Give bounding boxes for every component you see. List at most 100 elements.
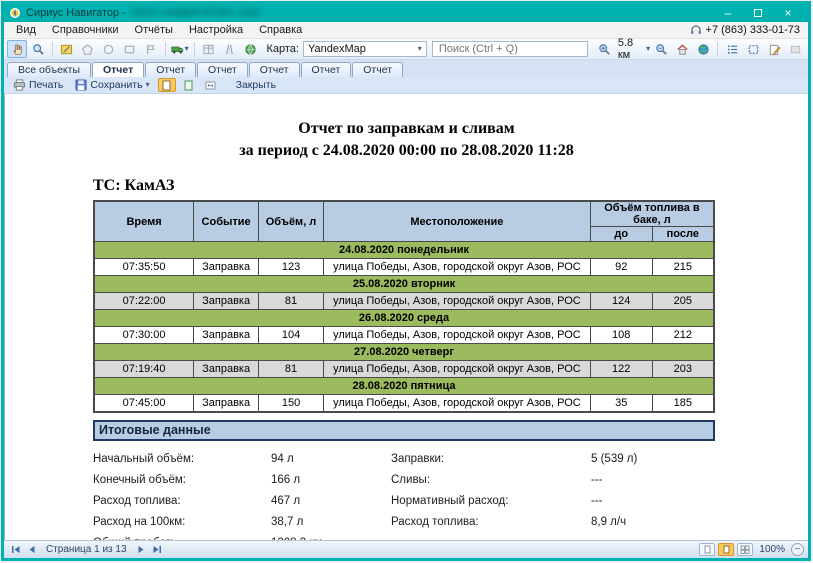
zoom-out-slider-button[interactable]: − (791, 543, 804, 556)
polygon-tool-button[interactable] (78, 40, 98, 58)
statusbar-fit-page-button[interactable] (718, 543, 734, 556)
menu-items: ВидСправочникиОтчётыНастройкаСправка (8, 23, 310, 37)
toolbar-separator (194, 42, 195, 57)
track-button[interactable] (219, 40, 239, 58)
save-dropdown-arrow[interactable]: ▾ (146, 81, 150, 89)
day-header-cell: 24.08.2020 понедельник (94, 242, 714, 259)
list-button[interactable] (722, 40, 742, 58)
totals-value-right: 8,9 л/ч (591, 516, 715, 528)
save-label: Сохранить (90, 79, 142, 91)
statusbar-single-page-button[interactable] (699, 543, 715, 556)
circle-tool-button[interactable] (99, 40, 119, 58)
menu-item-3[interactable]: Настройка (181, 23, 251, 37)
zoom-percent: 100% (759, 544, 785, 555)
menu-item-1[interactable]: Справочники (44, 23, 127, 37)
tab-0[interactable]: Все объекты (7, 62, 91, 77)
tab-1-active[interactable]: Отчет (92, 62, 144, 77)
map-select[interactable]: YandexMap ▾ (303, 41, 427, 57)
table-cell: 203 (652, 361, 714, 378)
window-title-redacted: ООО «НАВИГАТОР» (АЗ) (131, 7, 260, 19)
col-header-location: Местоположение (323, 201, 590, 242)
tab-2[interactable]: Отчет (145, 62, 196, 77)
statusbar-multi-page-button[interactable] (737, 543, 753, 556)
table-row: 07:19:40Заправка81улица Победы, Азов, го… (94, 361, 714, 378)
last-page-button[interactable] (149, 543, 165, 557)
print-button[interactable]: Печать (9, 78, 67, 92)
day-header-row: 25.08.2020 вторник (94, 276, 714, 293)
fit-page-view-button[interactable] (180, 78, 198, 92)
search-input[interactable] (432, 41, 588, 57)
pan-tool-button[interactable] (7, 40, 27, 58)
totals-value-left: 38,7 л (271, 516, 391, 528)
first-page-button[interactable] (8, 543, 24, 557)
menu-item-0[interactable]: Вид (8, 23, 44, 37)
tab-4[interactable]: Отчет (249, 62, 300, 77)
vehicle-heading: ТС: КамАЗ (93, 177, 808, 195)
table-view-button[interactable] (198, 40, 218, 58)
table-header-row: Время Событие Объём, л Местоположение Об… (94, 201, 714, 227)
vehicle-button[interactable]: ▾ (170, 40, 190, 58)
toolbar-separator (165, 42, 166, 57)
globe-button[interactable] (693, 40, 713, 58)
report-title-line1: Отчет по заправкам и сливам (5, 118, 808, 140)
save-button[interactable]: Сохранить ▾ (71, 78, 153, 92)
status-bar: Страница 1 из 13 100% − (4, 540, 808, 558)
zoom-out-button[interactable] (651, 40, 671, 58)
close-report-label: Закрыть (236, 79, 276, 91)
totals-label-right: Заправки: (391, 453, 591, 465)
day-header-cell: 27.08.2020 четверг (94, 344, 714, 361)
table-cell: 07:45:00 (94, 395, 194, 412)
table-cell: улица Победы, Азов, городской округ Азов… (323, 259, 590, 276)
table-cell: 81 (259, 293, 324, 310)
day-header-row: 24.08.2020 понедельник (94, 242, 714, 259)
totals-label-left: Начальный объём: (93, 453, 271, 465)
tab-3[interactable]: Отчет (197, 62, 248, 77)
table-cell: 81 (259, 361, 324, 378)
next-page-button[interactable] (133, 543, 149, 557)
table-cell: 123 (259, 259, 324, 276)
menu-bar: ВидСправочникиОтчётыНастройкаСправка +7 … (4, 22, 808, 39)
col-header-volume: Объём, л (259, 201, 324, 242)
toolbar-separator (717, 42, 718, 57)
maximize-button[interactable] (743, 4, 773, 22)
table-cell: Заправка (194, 327, 259, 344)
table-cell: улица Победы, Азов, городской округ Азов… (323, 293, 590, 310)
edit-note-button[interactable] (764, 40, 784, 58)
map-select-value: YandexMap (308, 43, 366, 55)
tab-6[interactable]: Отчет (352, 62, 403, 77)
day-header-row: 27.08.2020 четверг (94, 344, 714, 361)
zoom-in-button[interactable] (595, 40, 615, 58)
rectangle-tool-button[interactable] (120, 40, 140, 58)
flag-tool-button[interactable] (141, 40, 161, 58)
table-cell: 124 (590, 293, 652, 310)
single-page-view-button[interactable] (158, 78, 176, 92)
scale-dropdown-arrow[interactable]: ▾ (646, 45, 650, 53)
menu-item-4[interactable]: Справка (251, 23, 310, 37)
totals-label-left: Конечный объём: (93, 474, 271, 486)
window-controls: – × (713, 4, 803, 22)
report-title-line2: за период с 24.08.2020 00:00 по 28.08.20… (5, 140, 808, 162)
vehicle-dropdown-arrow: ▾ (185, 45, 189, 53)
minimize-button[interactable]: – (713, 4, 743, 22)
table-row: 07:30:00Заправка104улица Победы, Азов, г… (94, 327, 714, 344)
tab-5[interactable]: Отчет (301, 62, 352, 77)
close-report-button[interactable]: Закрыть (232, 78, 280, 92)
day-header-cell: 28.08.2020 пятница (94, 378, 714, 395)
edit-map-button[interactable] (57, 40, 77, 58)
report-toolbar: Печать Сохранить ▾ Закрыть (4, 77, 808, 94)
title-bar: Сириус Навигатор - ООО «НАВИГАТОР» (АЗ) … (4, 4, 808, 22)
table-cell: Заправка (194, 361, 259, 378)
col-header-after: после (652, 227, 714, 242)
day-header-cell: 26.08.2020 среда (94, 310, 714, 327)
app-window: Сириус Навигатор - ООО «НАВИГАТОР» (АЗ) … (1, 1, 811, 561)
menu-item-2[interactable]: Отчёты (127, 23, 181, 37)
zoom-tool-button[interactable] (28, 40, 48, 58)
col-header-before: до (590, 227, 652, 242)
close-button[interactable]: × (773, 4, 803, 22)
fit-width-view-button[interactable] (202, 78, 220, 92)
driver-globe-button[interactable] (240, 40, 260, 58)
home-button[interactable] (672, 40, 692, 58)
prev-page-button[interactable] (24, 543, 40, 557)
table-cell: 07:35:50 (94, 259, 194, 276)
select-area-button[interactable] (743, 40, 763, 58)
